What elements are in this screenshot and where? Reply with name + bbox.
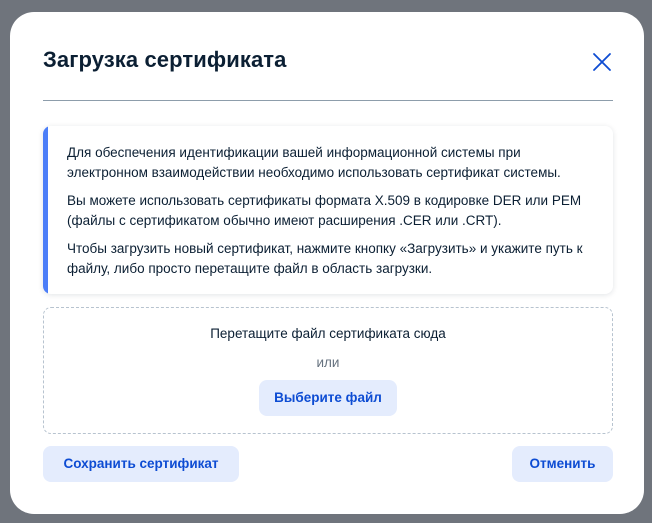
info-paragraph: Для обеспечения идентификации вашей инфо… <box>67 145 561 180</box>
choose-file-button[interactable]: Выберите файл <box>259 380 397 416</box>
cancel-button[interactable]: Отменить <box>512 446 613 482</box>
info-accent-bar <box>43 126 48 294</box>
close-icon <box>593 53 611 71</box>
close-button[interactable] <box>590 50 614 74</box>
dialog-header: Загрузка сертификата <box>43 46 614 82</box>
info-panel: Для обеспечения идентификации вашей инфо… <box>43 126 613 294</box>
dialog-title: Загрузка сертификата <box>43 47 287 72</box>
dropzone-or: или <box>316 355 340 370</box>
upload-certificate-dialog: Загрузка сертификата Для обеспечения иде… <box>10 12 644 514</box>
header-divider <box>43 100 613 101</box>
dropzone-hint: Перетащите файл сертификата сюда <box>210 326 446 341</box>
info-text: Для обеспечения идентификации вашей инфо… <box>67 143 595 287</box>
info-paragraph: Вы можете использовать сертификаты форма… <box>67 193 582 228</box>
file-dropzone[interactable]: Перетащите файл сертификата сюда или Выб… <box>43 307 613 434</box>
save-certificate-button[interactable]: Сохранить сертификат <box>43 446 239 482</box>
info-paragraph: Чтобы загрузить новый сертификат, нажмит… <box>67 241 583 276</box>
